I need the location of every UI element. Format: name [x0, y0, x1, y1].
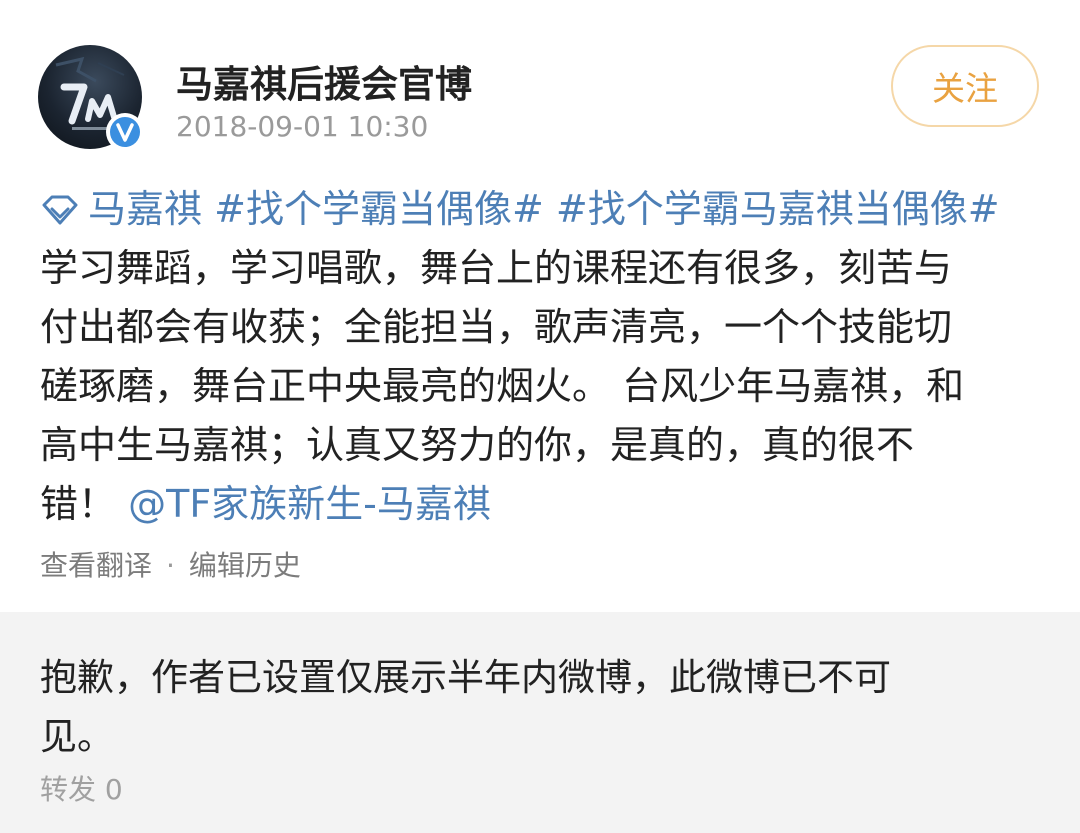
- super-topic-link[interactable]: 马嘉祺: [40, 187, 202, 231]
- author-name[interactable]: 马嘉祺后援会官博: [176, 54, 472, 108]
- post-content: 马嘉祺 #找个学霸当偶像# #找个学霸马嘉祺当偶像# 学习舞蹈，学习唱歌，舞台上…: [40, 180, 1050, 534]
- forward-count[interactable]: 转发 0: [40, 768, 123, 808]
- hashtag-link[interactable]: #找个学霸马嘉祺当偶像#: [556, 187, 1000, 231]
- verified-badge-icon: [106, 113, 144, 151]
- super-topic-label: 马嘉祺: [88, 187, 203, 231]
- mention-link[interactable]: @TF家族新生-马嘉祺: [128, 482, 491, 526]
- unavailable-notice: 抱歉，作者已设置仅展示半年内微博，此微博已不可 见。: [40, 648, 1000, 766]
- post-timestamp: 2018-09-01 10:30: [176, 110, 429, 143]
- notice-line: 见。: [40, 715, 114, 758]
- content-line-1: 马嘉祺 #找个学霸当偶像# #找个学霸马嘉祺当偶像#: [40, 180, 1050, 239]
- translate-link[interactable]: 查看翻译: [40, 549, 152, 582]
- diamond-icon: [42, 195, 78, 225]
- content-text: 错！: [40, 482, 117, 526]
- content-line-4: 磋琢磨，舞台正中央最亮的烟火。 台风少年马嘉祺，和: [40, 364, 965, 408]
- post-actions: 查看翻译 · 编辑历史: [40, 544, 301, 584]
- hashtag-link[interactable]: #找个学霸当偶像#: [214, 187, 544, 231]
- content-line-2: 学习舞蹈，学习唱歌，舞台上的课程还有很多，刻苦与: [40, 246, 953, 290]
- retweet-notice-box[interactable]: 抱歉，作者已设置仅展示半年内微博，此微博已不可 见。 转发 0: [0, 612, 1080, 833]
- content-line-3: 付出都会有收获；全能担当，歌声清亮，一个个技能切: [40, 305, 953, 349]
- separator-dot: ·: [166, 549, 175, 582]
- content-line-5: 高中生马嘉祺；认真又努力的你，是真的，真的很不: [40, 423, 915, 467]
- content-line-6: 错！ @TF家族新生-马嘉祺: [40, 475, 1050, 534]
- edit-history-link[interactable]: 编辑历史: [189, 549, 301, 582]
- follow-button[interactable]: 关注: [891, 45, 1039, 127]
- notice-line: 抱歉，作者已设置仅展示半年内微博，此微博已不可: [40, 656, 891, 699]
